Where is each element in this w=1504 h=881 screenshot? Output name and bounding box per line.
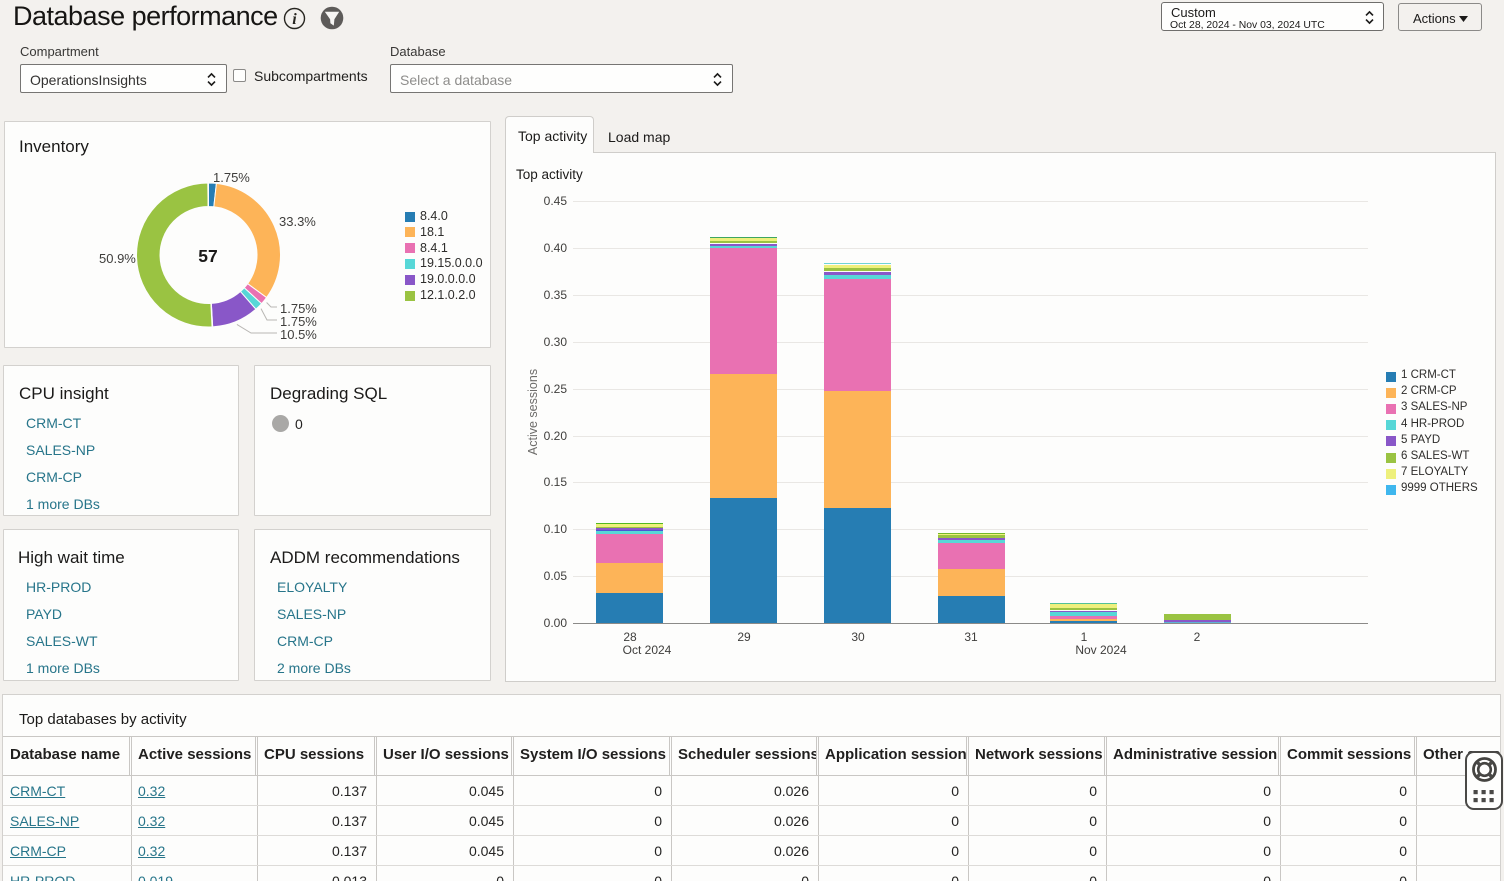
svg-text:i: i xyxy=(292,11,297,28)
